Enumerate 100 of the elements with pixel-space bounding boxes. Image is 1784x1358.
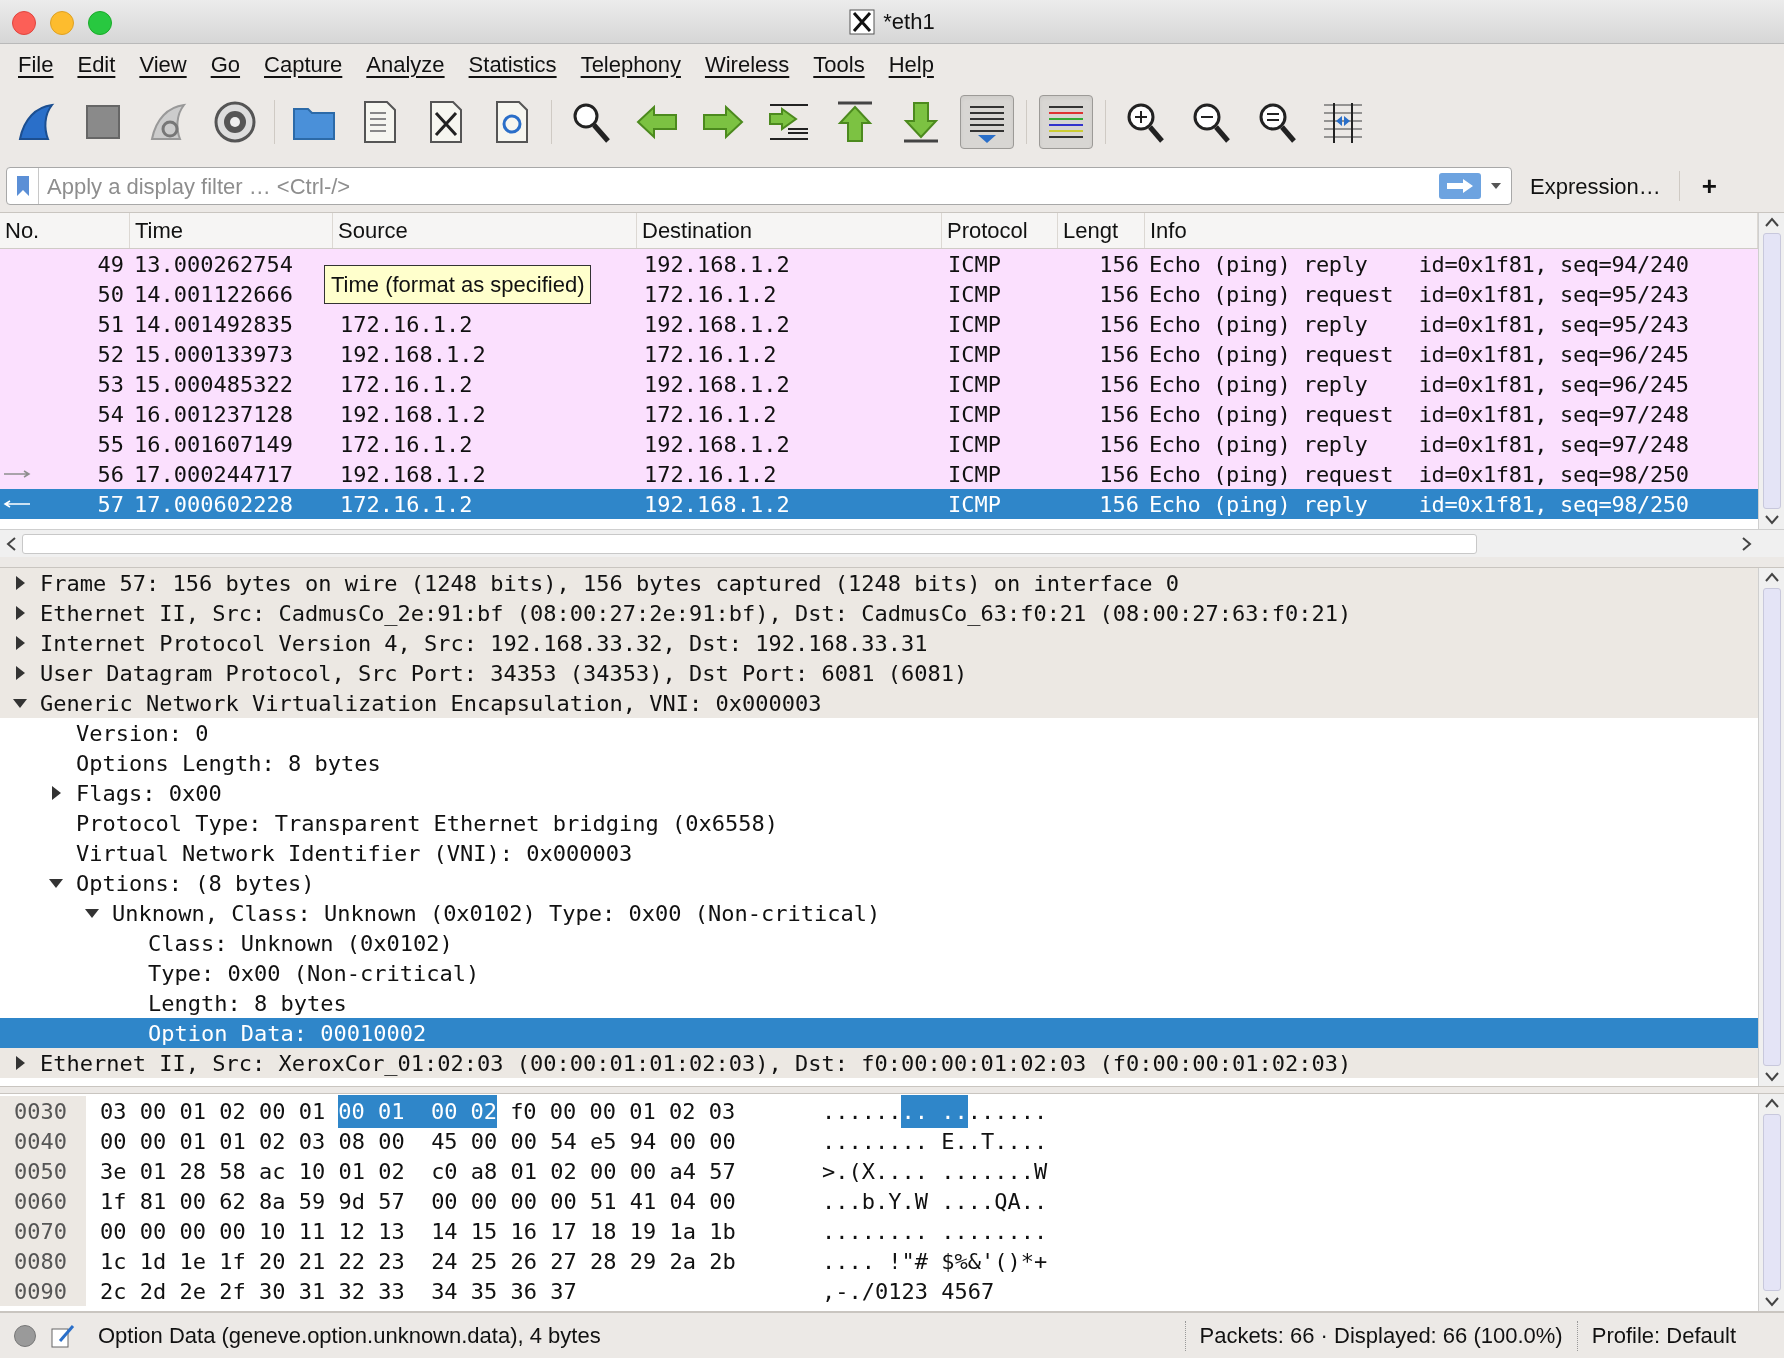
packet-row[interactable]: 57 17.000602228 172.16.1.2 192.168.1.2 ICMP 156 Echo (ping) reply id=0x1f81, seq=98/250	[0, 489, 1758, 519]
packet-protocol: ICMP	[948, 341, 1001, 367]
packet-source: 192.168.1.2	[340, 401, 486, 427]
scroll-down-icon[interactable]	[1764, 1297, 1779, 1307]
packet-number: 55	[97, 430, 124, 459]
menu-item[interactable]: Telephony	[568, 47, 693, 81]
hex-offset: 0060	[14, 1187, 67, 1216]
packet-row[interactable]: 54 16.001237128 192.168.1.2 172.16.1.2 ICMP 156 Echo (ping) request id=0x1f81, seq=97/248	[0, 399, 1758, 429]
packet-row[interactable]: 56 17.000244717 192.168.1.2 172.16.1.2 ICMP 156 Echo (ping) request id=0x1f81, seq=98/250	[0, 459, 1758, 489]
packet-source: 172.16.1.2	[340, 431, 473, 457]
packet-row[interactable]: 53 15.000485322 172.16.1.2 192.168.1.2 ICMP 156 Echo (ping) reply id=0x1f81, seq=96/245	[0, 369, 1758, 399]
packet-source: 172.16.1.2	[340, 371, 473, 397]
menu-item[interactable]: View	[127, 47, 199, 81]
menu-item[interactable]: Wireless	[692, 47, 802, 81]
tree-item-text: Class: Unknown (0x0102)	[148, 929, 453, 958]
packet-row[interactable]: 55 16.001607149 172.16.1.2 192.168.1.2 ICMP 156 Echo (ping) reply id=0x1f81, seq=97/248	[0, 429, 1758, 459]
scrollbar-thumb[interactable]	[22, 533, 1477, 554]
scrollbar-thumb[interactable]	[1762, 588, 1781, 1066]
tooltip: Time (format as specified)	[324, 265, 592, 304]
hex-offset: 0040	[14, 1127, 67, 1156]
packet-time: 14.001492835	[134, 311, 293, 337]
column-header[interactable]: Source	[333, 213, 637, 248]
scroll-up-icon[interactable]	[1764, 572, 1779, 582]
packet-destination: 172.16.1.2	[644, 401, 777, 427]
scroll-up-icon[interactable]	[1764, 217, 1779, 227]
menu-item[interactable]: Edit	[65, 47, 128, 81]
vertical-scrollbar[interactable]	[1758, 213, 1784, 529]
menu-item[interactable]: Analyze	[354, 47, 457, 81]
ascii-text: ........ ........	[822, 1217, 1048, 1246]
hex-bytes: 1f 81 00 62 8a 59 9d 57 00 00 00 00 51 41 04 00	[100, 1187, 736, 1216]
hex-bytes: f0 00 00 01 02 03	[510, 1097, 736, 1126]
packet-destination: 192.168.1.2	[644, 371, 790, 397]
ascii-text: >.(X.... .......W	[822, 1157, 1048, 1186]
column-header[interactable]: Destination	[637, 213, 942, 248]
packet-row[interactable]: 52 15.000133973 192.168.1.2 172.16.1.2 ICMP 156 Echo (ping) request id=0x1f81, seq=96/245	[0, 339, 1758, 369]
filter-field[interactable]: Apply a display filter … <Ctrl-/>	[6, 167, 1512, 205]
vertical-scrollbar[interactable]	[1758, 568, 1784, 1086]
tree-item-text: Options: (8 bytes)	[76, 869, 315, 898]
tree-row[interactable]: Ethernet II, Src: CadmusCo_2e:91:bf (08:00:27:2e:91:bf), Dst: CadmusCo_63:f0:21 (08:00:27:63:f0:21)	[0, 598, 1758, 628]
scroll-down-icon[interactable]	[1764, 515, 1779, 525]
display-filter-field[interactable]: Apply a display filter … <Ctrl-/>	[39, 169, 1439, 203]
menu-item[interactable]: Go	[198, 47, 253, 81]
menu-item[interactable]: File	[6, 47, 66, 81]
bookmark-icon[interactable]	[15, 175, 30, 197]
ascii-text: ...b.Y.W ....QA..	[822, 1187, 1048, 1216]
packet-info: Echo (ping) reply id=0x1f81, seq=94/240	[1149, 251, 1689, 277]
tree-item-text: Frame 57: 156 bytes on wire (1248 bits), 156 bytes captured (1248 bits) on interface 0	[40, 569, 1180, 598]
add-filter-button[interactable]: +	[1689, 166, 1730, 206]
hex-bytes: 00 00 01 01 02 03 08 00 45 00 00 54 e5 94 00 00	[100, 1127, 736, 1156]
packet-destination: 172.16.1.2	[644, 281, 777, 307]
packet-number: 53	[97, 370, 124, 399]
ascii-text: .. ..	[901, 1094, 968, 1128]
packet-time: 17.000244717	[134, 461, 293, 487]
tree-row[interactable]: Frame 57: 156 bytes on wire (1248 bits), 156 bytes captured (1248 bits) on interface 0	[0, 568, 1758, 598]
packet-protocol: ICMP	[948, 401, 1001, 427]
menu-item[interactable]: Statistics	[456, 47, 569, 81]
scroll-down-icon[interactable]	[1764, 1072, 1779, 1082]
x-logo-icon	[849, 8, 876, 35]
toolbar-button[interactable]	[960, 95, 1014, 149]
packet-protocol: ICMP	[948, 491, 1001, 517]
status-indicator[interactable]	[14, 1324, 36, 1347]
column-header[interactable]: Time	[130, 213, 333, 248]
packet-info: Echo (ping) request id=0x1f81, seq=97/248	[1149, 401, 1689, 427]
column-header[interactable]: Protocol	[942, 213, 1058, 248]
tree-item-text: Option Data: 00010002	[148, 1019, 427, 1048]
tree-row[interactable]: Option Data: 00010002	[0, 1018, 1758, 1048]
column-header[interactable]: No.	[0, 213, 130, 248]
menu-item[interactable]: Tools	[801, 47, 877, 81]
packet-destination: 192.168.1.2	[644, 431, 790, 457]
scroll-up-icon[interactable]	[1764, 1098, 1779, 1108]
scroll-right-icon[interactable]	[1742, 536, 1752, 551]
pencil-note-icon[interactable]	[50, 1322, 76, 1349]
packet-time: 15.000133973	[134, 341, 293, 367]
close-button[interactable]	[12, 11, 36, 35]
tree-item-text: Type: 0x00 (Non-critical)	[148, 959, 480, 988]
hex-bytes: 1c 1d 1e 1f 20 21 22 23 24 25 26 27 28 29 2a 2b	[100, 1247, 736, 1276]
packet-time: 17.000602228	[134, 491, 293, 517]
tree-row[interactable]: Internet Protocol Version 4, Src: 192.168.33.32, Dst: 192.168.33.31	[0, 628, 1758, 658]
packet-info: Echo (ping) request id=0x1f81, seq=95/243	[1149, 281, 1689, 307]
menu-item[interactable]: Capture	[252, 47, 355, 81]
packet-info: Echo (ping) reply id=0x1f81, seq=96/245	[1149, 371, 1689, 397]
tree-item-text: Flags: 0x00	[76, 779, 222, 808]
column-header[interactable]: Lengt	[1058, 213, 1145, 248]
scroll-left-icon[interactable]	[6, 536, 16, 551]
packet-number: 57	[97, 490, 124, 519]
packet-row[interactable]: 51 14.001492835 172.16.1.2 192.168.1.2 ICMP 156 Echo (ping) reply id=0x1f81, seq=95/243	[0, 309, 1758, 339]
scrollbar-thumb[interactable]	[1762, 233, 1781, 509]
menu-item[interactable]: Help	[876, 47, 946, 81]
horizontal-scrollbar[interactable]	[0, 529, 1784, 557]
packet-protocol: ICMP	[948, 431, 1001, 457]
toolbar-button[interactable]	[1039, 95, 1093, 149]
tree-row[interactable]: Generic Network Virtualization Encapsulation, VNI: 0x000003	[0, 688, 1758, 718]
vertical-scrollbar[interactable]	[1758, 1094, 1784, 1311]
tree-row[interactable]: Ethernet II, Src: XeroxCor_01:02:03 (00:00:01:01:02:03), Dst: f0:00:00:01:02:03 (f0:00:00:01:02:03)	[0, 1048, 1758, 1078]
tree-row[interactable]: User Datagram Protocol, Src Port: 34353 (34353), Dst Port: 6081 (6081)	[0, 658, 1758, 688]
packet-protocol: ICMP	[948, 251, 1001, 277]
profile-text[interactable]: Profile: Default	[1591, 1319, 1736, 1352]
hex-offset: 0030	[14, 1097, 67, 1126]
expression-button[interactable]: Expression…	[1522, 169, 1669, 203]
scrollbar-thumb[interactable]	[1762, 1114, 1781, 1291]
